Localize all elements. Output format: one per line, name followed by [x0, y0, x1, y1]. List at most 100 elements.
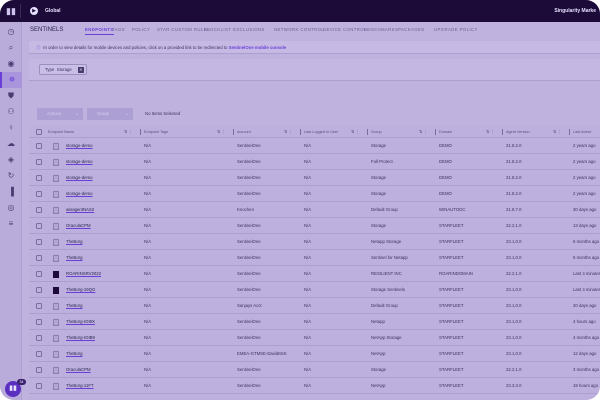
sort-icon[interactable]: ⇅ ⋮	[217, 126, 225, 138]
settings-sliders-icon[interactable]: ≡	[0, 216, 22, 232]
row-checkbox[interactable]	[36, 303, 42, 309]
endpoint-name-link[interactable]: OraculaCPM	[66, 218, 91, 234]
endpoint-name-link[interactable]: ROARINSRV2022	[66, 266, 101, 282]
group-dropdown[interactable]: Group ⌄	[87, 108, 133, 120]
table-row[interactable]: TheBorg-19QG N/A SentinelOne N/A Storage Sen…	[29, 282, 600, 298]
table-row[interactable]: storage-demo N/A SentinelOne N/A Full Protec…	[29, 154, 600, 170]
mobile-console-link[interactable]: SentinelOne mobile console	[229, 45, 287, 50]
row-checkbox[interactable]	[36, 223, 42, 229]
endpoint-name-link[interactable]: TheBorg	[66, 234, 82, 250]
column-divider[interactable]	[367, 129, 368, 135]
tab-device-control[interactable]: DEVICE CONTROL	[323, 27, 367, 32]
column-header[interactable]: Last Active	[573, 126, 591, 138]
table-row[interactable]: wisagentNAS2 N/A Knochen N/A Default Group WI…	[29, 202, 600, 218]
tab-blocklist[interactable]: BLOCKLIST	[204, 27, 231, 32]
endpoint-name-link[interactable]: wisagentNAS2	[66, 202, 94, 218]
column-header[interactable]: Endpoint Tags	[144, 126, 168, 138]
shield-icon[interactable]: ⛊	[0, 88, 22, 104]
table-row[interactable]: TheBorg N/A SentinelOne N/A Netapp Storage ST…	[29, 234, 600, 250]
endpoint-name-link[interactable]: storage-demo	[66, 154, 93, 170]
endpoint-name-link[interactable]: TheBorg-11FT	[66, 378, 94, 394]
column-divider[interactable]	[233, 129, 234, 135]
row-checkbox[interactable]	[36, 159, 42, 165]
endpoint-name-link[interactable]: TheBorg	[66, 250, 82, 266]
column-divider[interactable]	[140, 129, 141, 135]
row-checkbox[interactable]	[36, 351, 42, 357]
table-row[interactable]: TheBorg N/A Sanjays Acct N/A Default Group ST…	[29, 298, 600, 314]
tab-network-control[interactable]: NETWORK CONTROL	[274, 27, 324, 32]
row-checkbox[interactable]	[36, 191, 42, 197]
endpoint-name-link[interactable]: TheBorg	[66, 346, 82, 362]
sort-icon[interactable]: ⇅ ⋮	[284, 126, 292, 138]
endpoint-name-link[interactable]: storage-demo	[66, 186, 93, 202]
ranger-icon[interactable]: ◈	[0, 152, 22, 168]
tab-endpoints[interactable]: ENDPOINTS	[85, 27, 114, 35]
row-checkbox[interactable]	[36, 383, 42, 389]
row-checkbox[interactable]	[36, 335, 42, 341]
table-row[interactable]: TheBorg N/A EMEA-GTMSE-DavidMcK N/A NetApp ST…	[29, 346, 600, 362]
tab-tags[interactable]: TAGS	[112, 27, 125, 32]
row-checkbox[interactable]	[36, 255, 42, 261]
tab-packages[interactable]: PACKAGES	[398, 27, 425, 32]
table-row[interactable]: TheBorg-11FT N/A SentinelOne N/A NetApp STARF…	[29, 378, 600, 394]
row-checkbox[interactable]	[36, 207, 42, 213]
sentinels-icon[interactable]: ✵	[0, 72, 22, 88]
reports-icon[interactable]: ▐	[0, 184, 22, 200]
select-all-checkbox[interactable]	[36, 129, 42, 135]
column-header[interactable]: Endpoint Name	[48, 126, 74, 138]
sentinelone-logo-icon[interactable]: ▮▮	[6, 6, 16, 16]
scope-play-icon[interactable]: ▶	[30, 7, 38, 15]
close-icon[interactable]: ✕	[77, 67, 84, 73]
column-divider[interactable]	[569, 129, 570, 135]
sort-icon[interactable]: ⇅ ⋮	[486, 126, 494, 138]
table-row[interactable]: TheBorg N/A SentinelOne N/A Sentinel for Net…	[29, 250, 600, 266]
column-header[interactable]: Last Logged In User	[304, 126, 338, 138]
row-checkbox[interactable]	[36, 287, 42, 293]
table-row[interactable]: TheBorg-IOI9X N/A SentinelOne N/A Netapp STAR…	[29, 314, 600, 330]
table-row[interactable]: storage-demo N/A SentinelOne N/A Storage DEMO…	[29, 170, 600, 186]
tab-upgrade-policy[interactable]: UPGRADE POLICY	[434, 27, 478, 32]
filter-chip[interactable]: Type Storage ✕	[39, 64, 87, 75]
row-checkbox[interactable]	[36, 319, 42, 325]
search-icon[interactable]: ⌕	[0, 40, 22, 56]
table-row[interactable]: storage-demo N/A SentinelOne N/A Storage DEMO…	[29, 186, 600, 202]
sort-icon[interactable]: ⇅ ⋮	[124, 126, 132, 138]
tab-exclusions[interactable]: EXCLUSIONS	[233, 27, 265, 32]
row-checkbox[interactable]	[36, 239, 42, 245]
column-header[interactable]: Domain	[439, 126, 452, 138]
tab-star-custom-rules[interactable]: STAR CUSTOM RULES	[157, 27, 210, 32]
network-icon[interactable]: ⚇	[0, 104, 22, 120]
sync-icon[interactable]: ↻	[0, 168, 22, 184]
tab-policy[interactable]: POLICY	[132, 27, 150, 32]
column-header[interactable]: Account	[237, 126, 251, 138]
row-checkbox[interactable]	[36, 175, 42, 181]
column-divider[interactable]	[300, 129, 301, 135]
scope-selector[interactable]: Global	[45, 8, 61, 14]
endpoint-name-link[interactable]: TheBorg-IOIB9	[66, 330, 95, 346]
table-row[interactable]: ROARINSRV2022 N/A SentinelOne N/A RESILIENT …	[29, 266, 600, 282]
endpoint-name-link[interactable]: storage-demo	[66, 138, 93, 154]
table-row[interactable]: TheBorg-IOIB9 N/A SentinelOne N/A NetApp Sto…	[29, 330, 600, 346]
broadcast-icon[interactable]: ◉	[0, 56, 22, 72]
table-row[interactable]: storage-demo N/A SentinelOne N/A Storage DEMO…	[29, 138, 600, 154]
endpoint-name-link[interactable]: OraculaCPM	[66, 362, 91, 378]
tab-benchmarks[interactable]: BENCHMARKS	[364, 27, 398, 32]
endpoint-name-link[interactable]: storage-demo	[66, 170, 93, 186]
row-checkbox[interactable]	[36, 367, 42, 373]
user-icon[interactable]: ♀	[0, 120, 22, 136]
endpoint-name-link[interactable]: TheBorg	[66, 298, 82, 314]
sort-icon[interactable]: ⇅ ⋮	[419, 126, 427, 138]
dashboard-icon[interactable]: ◷	[0, 24, 22, 40]
row-checkbox[interactable]	[36, 143, 42, 149]
endpoint-name-link[interactable]: TheBorg-19QG	[66, 282, 95, 298]
column-divider[interactable]	[502, 129, 503, 135]
column-header[interactable]: Agent Version	[506, 126, 530, 138]
sort-icon[interactable]: ⇅ ⋮	[351, 126, 359, 138]
column-header[interactable]: Group	[371, 126, 382, 138]
cloud-icon[interactable]: ☁	[0, 136, 22, 152]
row-checkbox[interactable]	[36, 271, 42, 277]
table-row[interactable]: OraculaCPM N/A SentinelOne N/A Storage STARFL…	[29, 362, 600, 378]
endpoint-name-link[interactable]: TheBorg-IOI9X	[66, 314, 95, 330]
actions-dropdown[interactable]: Actions ⌄	[37, 108, 83, 120]
user-menu[interactable]: Singularity Marke	[554, 8, 596, 14]
